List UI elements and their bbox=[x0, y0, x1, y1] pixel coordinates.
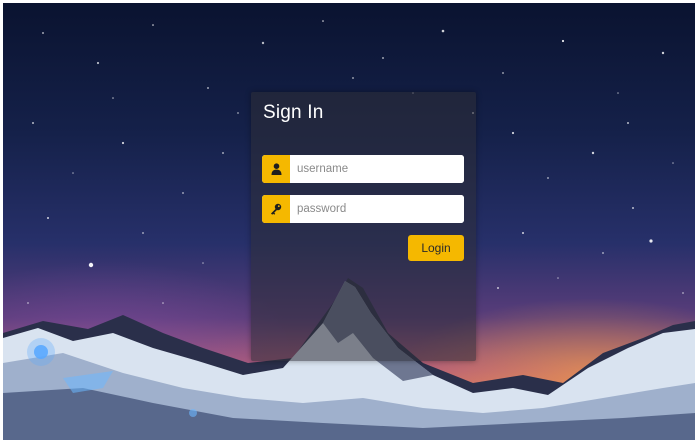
username-field-group bbox=[262, 155, 464, 183]
login-page: Sign In Login bbox=[0, 0, 698, 443]
username-input[interactable] bbox=[290, 155, 464, 183]
sign-in-panel: Sign In Login bbox=[251, 92, 476, 361]
sign-in-title: Sign In bbox=[263, 102, 324, 123]
user-icon bbox=[262, 155, 290, 183]
password-input[interactable] bbox=[290, 195, 464, 223]
key-icon-graphic bbox=[271, 203, 282, 215]
login-button[interactable]: Login bbox=[408, 235, 464, 261]
user-icon-graphic bbox=[271, 163, 281, 175]
key-icon bbox=[262, 195, 290, 223]
password-field-group bbox=[262, 195, 464, 223]
